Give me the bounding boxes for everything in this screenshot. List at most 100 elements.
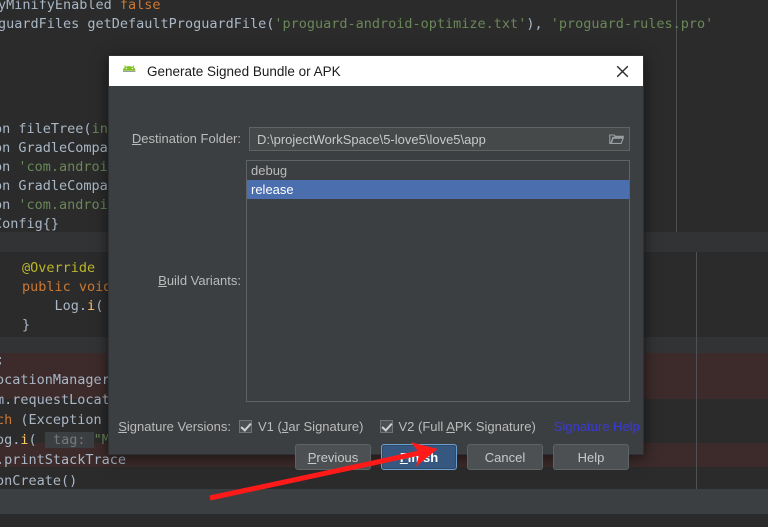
code-line: Log.i(	[22, 297, 104, 316]
code-line: on 'com.androi	[0, 158, 108, 177]
code-token: (	[95, 298, 104, 314]
v1-checkbox-box[interactable]	[239, 419, 252, 433]
button-label-mnemonic: P	[307, 449, 317, 465]
dialog-body: Destination Folder: D:\projectWorkSpace\…	[109, 86, 643, 470]
v2-label-rest: PK Signature)	[454, 418, 536, 434]
destination-folder-value: D:\projectWorkSpace\5-love5\love5\app	[257, 131, 486, 147]
editor-splitter	[696, 252, 697, 489]
v2-label-pre: V2 (Full	[398, 418, 447, 434]
code-token: i	[87, 298, 96, 314]
code-token: ;	[0, 352, 4, 368]
v2-label-mnemonic: A	[446, 418, 455, 434]
code-token: .requestLocat	[4, 392, 110, 408]
code-token: .	[78, 298, 88, 314]
code-token: Config{}	[0, 216, 60, 232]
status-bar	[0, 489, 768, 514]
dialog-button-row: Previous Finish Cancel Help	[109, 444, 643, 470]
v1-label-pre: V1 (	[258, 418, 282, 434]
signature-versions-label-text: ignature Versions:	[126, 418, 231, 434]
code-token: in	[91, 121, 108, 137]
code-token: false	[119, 0, 161, 13]
code-line: on GradleCompa	[0, 139, 108, 158]
code-token: (	[28, 432, 45, 448]
signature-help-link[interactable]: Signature Help	[554, 419, 640, 434]
editor-splitter	[676, 0, 677, 232]
generate-signed-bundle-dialog: Generate Signed Bundle or APK Destinatio…	[108, 55, 644, 470]
destination-folder-input[interactable]: D:\projectWorkSpace\5-love5\love5\app	[249, 127, 630, 151]
v2-checkbox-label: V2 (Full APK Signature)	[399, 419, 536, 434]
v1-checkbox-label: V1 (Jar Signature)	[258, 419, 364, 434]
code-token: tag:	[44, 432, 94, 448]
code-token: getDefaultProguardFile	[87, 16, 267, 32]
code-line: ;	[0, 351, 4, 370]
code-token: GradleCompa	[18, 140, 108, 156]
build-variants-label: Build Variants:	[109, 273, 241, 288]
code-token: on	[0, 197, 11, 213]
editor-band	[0, 467, 768, 489]
destination-folder-label-mnemonic: D	[131, 131, 142, 146]
code-token: fileTree	[18, 121, 84, 137]
v1-jar-signature-checkbox[interactable]: V1 (Jar Signature)	[239, 419, 364, 434]
v1-label-rest: ar Signature)	[288, 418, 364, 434]
signature-versions-label: Signature Versions:	[109, 419, 239, 434]
help-button[interactable]: Help	[553, 444, 629, 470]
destination-folder-label: Destination Folder:	[109, 131, 241, 146]
code-token: i	[20, 432, 29, 448]
bottom-bar	[0, 514, 768, 527]
cancel-button[interactable]: Cancel	[467, 444, 543, 470]
code-line: }	[22, 316, 30, 335]
code-token: yMinifyEnabled	[0, 0, 120, 13]
v2-full-apk-signature-checkbox[interactable]: V2 (Full APK Signature)	[379, 419, 536, 434]
code-token: onCreate()	[0, 473, 78, 489]
button-label: Help	[577, 449, 605, 465]
code-token: }	[22, 317, 31, 333]
signature-versions-label-mnemonic: S	[118, 418, 127, 434]
code-token: 'proguard-rules.pro'	[550, 16, 714, 32]
code-line: Config{}	[0, 215, 59, 234]
code-token: on	[0, 159, 11, 175]
previous-button[interactable]: Previous	[295, 444, 371, 470]
android-icon	[121, 65, 138, 77]
button-label-rest: revious	[316, 449, 359, 465]
finish-button[interactable]: Finish	[381, 444, 457, 470]
build-variants-list[interactable]: debug release	[246, 160, 630, 402]
v2-checkbox-box[interactable]	[379, 419, 393, 433]
build-variants-label-mnemonic: B	[158, 273, 167, 288]
code-token: ch	[0, 412, 13, 428]
code-token: 'com.androi	[18, 197, 108, 213]
code-token: ocationManager	[0, 372, 110, 388]
code-token: on	[0, 121, 11, 137]
code-line: on 'com.androi	[0, 196, 108, 215]
code-line: @Override	[22, 259, 95, 278]
code-token: ),	[526, 16, 551, 32]
code-line: on fileTree(in	[0, 120, 108, 139]
signature-versions-row: Signature Versions: V1 (Jar Signature) V…	[109, 416, 643, 436]
destination-folder-label-text: estination Folder:	[141, 131, 241, 146]
code-line: onCreate()	[0, 472, 77, 491]
code-token: guardFiles	[0, 16, 88, 32]
code-token: og	[0, 432, 13, 448]
code-line: ch (Exception	[0, 411, 102, 430]
build-variant-item-release[interactable]: release	[247, 180, 629, 199]
code-token: public void	[22, 279, 112, 295]
button-label: Cancel	[484, 449, 526, 465]
close-icon[interactable]	[611, 60, 633, 82]
code-token: GradleCompa	[18, 178, 108, 194]
button-label-mnemonic: F	[399, 449, 408, 465]
code-token: Log	[22, 298, 79, 314]
code-line: on GradleCompa	[0, 177, 108, 196]
code-token: @Override	[22, 260, 96, 276]
code-token: (Exception	[20, 412, 102, 428]
code-token: 'com.androi	[18, 159, 108, 175]
dialog-title: Generate Signed Bundle or APK	[147, 63, 341, 79]
code-token: 'proguard-android-optimize.txt'	[274, 16, 527, 32]
button-label-rest: inish	[407, 449, 439, 465]
build-variants-label-text: uild Variants:	[166, 273, 241, 288]
code-token: on	[0, 140, 11, 156]
code-line: yMinifyEnabled false	[0, 0, 161, 15]
folder-icon[interactable]	[607, 133, 625, 145]
code-token: (	[83, 121, 92, 137]
build-variant-item-debug[interactable]: debug	[247, 161, 629, 180]
code-line: public void	[22, 278, 111, 297]
dialog-titlebar: Generate Signed Bundle or APK	[109, 56, 643, 86]
